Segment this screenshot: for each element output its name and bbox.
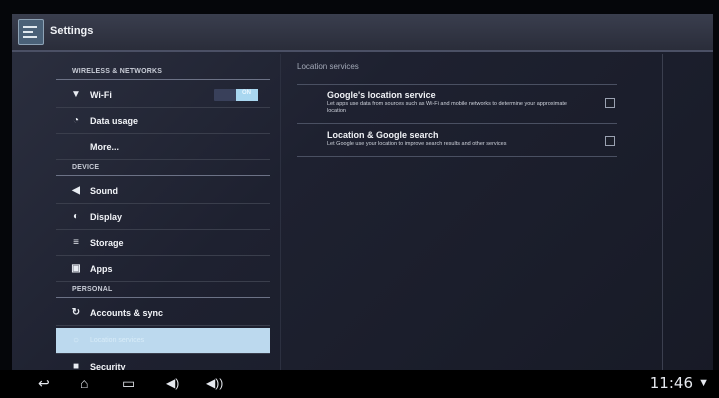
google-location-checkbox[interactable] [605,98,615,108]
display-icon: ◐ [72,211,80,222]
sidebar-item-location-services[interactable]: ○ Location services [56,328,270,354]
volume-down-icon[interactable]: ◀) [166,376,179,390]
sidebar-item-label: Sound [90,185,118,196]
section-header-personal: PERSONAL [56,282,270,298]
pref-title: Google's location service [327,90,436,100]
toggle-state: ON [242,90,251,96]
pref-title: Location & Google search [327,130,439,140]
sidebar-item-label: Display [90,211,123,222]
screen-bezel-left [0,0,12,398]
divider [297,84,617,85]
data-usage-icon: ◔ [72,115,80,126]
sync-icon: ↻ [71,307,81,318]
sidebar-item-label: Apps [90,263,113,274]
back-icon[interactable]: ↩ [38,375,50,392]
volume-up-icon[interactable]: ◀)) [206,376,223,390]
apps-icon: ▣ [71,263,81,274]
sidebar-item-accounts-sync[interactable]: ↻ Accounts & sync [56,300,270,326]
recent-apps-icon[interactable]: ▭ [122,375,135,392]
pref-summary: Let Google use your location to improve … [327,141,507,147]
pane-title: Location services [297,62,359,71]
wifi-toggle[interactable]: ON [214,89,258,101]
app-title: Settings [50,25,94,37]
sidebar-item-label: Storage [90,237,124,248]
settings-sidebar: WIRELESS & NETWORKS ▼ Wi-Fi ON ◔ Data us… [56,56,270,386]
location-icon: ○ [72,335,80,346]
tablet-screen: Settings WIRELESS & NETWORKS ▼ Wi-Fi ON … [12,14,713,398]
pref-summary: Let apps use data from sources such as W… [327,101,567,114]
sidebar-item-data-usage[interactable]: ◔ Data usage [56,108,270,134]
sidebar-item-apps[interactable]: ▣ Apps [56,256,270,282]
pref-google-location-service[interactable]: Google's location service Let apps use d… [327,90,617,114]
action-bar: Settings [12,14,713,52]
sidebar-item-sound[interactable]: ◀ Sound [56,178,270,204]
section-header-wireless: WIRELESS & NETWORKS [56,64,270,80]
system-navigation-bar: ↩ ⌂ ▭ ◀) ◀)) 11:46 ▼ [0,370,719,398]
wifi-icon: ▼ [71,89,81,100]
sidebar-item-label: Wi-Fi [90,89,112,100]
right-edge-line [662,54,663,390]
settings-app-icon[interactable] [18,19,44,45]
sidebar-item-wifi[interactable]: ▼ Wi-Fi ON [56,82,270,108]
sidebar-item-label: Data usage [90,115,139,126]
home-icon[interactable]: ⌂ [80,375,88,391]
sidebar-item-label: Location services [90,337,145,344]
divider [297,123,617,124]
pane-divider [280,54,281,394]
sidebar-item-storage[interactable]: ≡ Storage [56,230,270,256]
toggle-knob: ON [236,89,258,101]
location-search-checkbox[interactable] [605,136,615,146]
status-clock: 11:46 [649,374,693,392]
sidebar-item-display[interactable]: ◐ Display [56,204,270,230]
sound-icon: ◀ [72,185,80,196]
storage-icon: ≡ [73,237,79,248]
sidebar-item-label: More... [90,141,120,152]
divider [297,156,617,157]
sidebar-item-label: Accounts & sync [90,307,164,318]
screen-bezel-top [0,0,719,14]
section-header-device: DEVICE [56,160,270,176]
wifi-signal-icon: ▼ [698,377,709,389]
pref-location-google-search[interactable]: Location & Google search Let Google use … [327,130,617,148]
sidebar-item-more[interactable]: More... [56,134,270,160]
screen-bezel-right [713,0,719,398]
